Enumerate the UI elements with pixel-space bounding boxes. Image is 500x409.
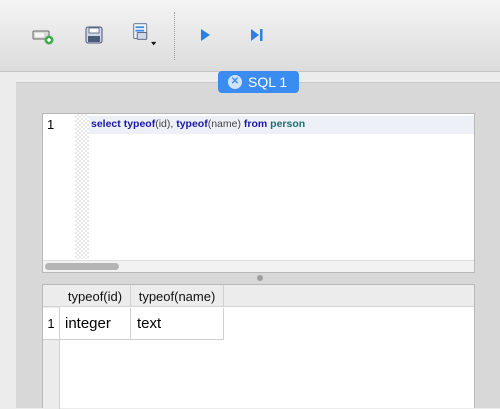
- keyword-from: from: [243, 118, 268, 130]
- save-button[interactable]: [81, 22, 107, 48]
- argument-id: (id): [155, 118, 171, 130]
- splitter-handle[interactable]: [257, 275, 263, 281]
- results-table: typeof(id) typeof(name) 1 integer text: [42, 284, 475, 409]
- toolbar-separator: [174, 12, 175, 60]
- close-icon[interactable]: ✕: [228, 75, 242, 89]
- run-icon: [201, 29, 210, 41]
- scrollbar-thumb[interactable]: [45, 263, 119, 270]
- keyword-select: select: [91, 118, 121, 130]
- add-connection-icon: [32, 30, 54, 45]
- table-cell[interactable]: integer: [60, 308, 131, 340]
- save-as-button[interactable]: [132, 22, 158, 48]
- argument-name: (name): [207, 118, 241, 130]
- tab-label: SQL 1: [248, 74, 288, 90]
- function-typeof: typeof: [176, 118, 208, 130]
- save-as-icon: [133, 23, 157, 46]
- fold-margin: [75, 114, 89, 259]
- table-name: person: [270, 118, 306, 130]
- table-cell[interactable]: text: [131, 308, 224, 340]
- code-line[interactable]: select typeof(id), typeof(name) from per…: [91, 118, 305, 130]
- column-header[interactable]: typeof(id): [60, 285, 131, 307]
- tab-sql-1[interactable]: ✕ SQL 1: [218, 71, 299, 93]
- horizontal-scrollbar[interactable]: [43, 260, 474, 272]
- save-icon: [85, 26, 103, 44]
- sql-editor[interactable]: 1 select typeof(id), typeof(name) from p…: [42, 113, 475, 273]
- chevron-down-icon: [151, 41, 157, 46]
- run-button[interactable]: [192, 22, 218, 48]
- line-number: 1: [47, 117, 55, 132]
- run-current-button[interactable]: [244, 22, 270, 48]
- row-number: 1: [43, 308, 60, 340]
- column-header[interactable]: typeof(name): [131, 285, 224, 307]
- function-typeof: typeof: [123, 118, 156, 130]
- add-connection-button[interactable]: [30, 22, 56, 48]
- toolbar: [0, 0, 500, 72]
- run-current-statement-icon: [251, 29, 263, 41]
- line-number-gutter: 1: [43, 114, 75, 259]
